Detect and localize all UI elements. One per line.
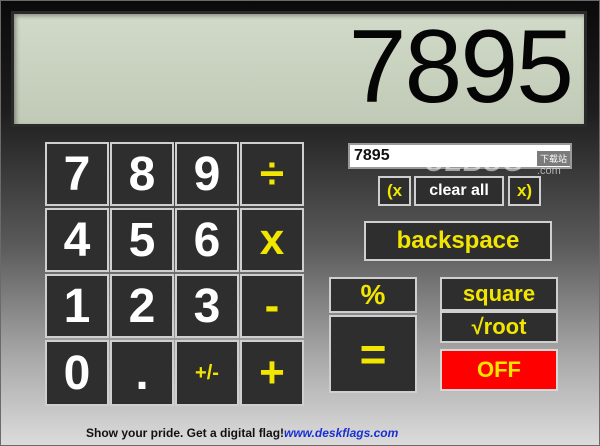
key-0[interactable]: 0	[45, 340, 109, 406]
plus-button[interactable]: +	[240, 340, 304, 406]
key-1[interactable]: 1	[45, 274, 109, 338]
open-paren-button[interactable]: (x	[378, 176, 411, 206]
key-4[interactable]: 4	[45, 208, 109, 272]
tape-value: 7895	[354, 147, 390, 164]
sign-toggle-button[interactable]: +/-	[175, 340, 239, 406]
root-button[interactable]: √root	[440, 311, 558, 343]
backspace-button[interactable]: backspace	[364, 221, 552, 261]
key-6[interactable]: 6	[175, 208, 239, 272]
deskflags-link[interactable]: www.deskflags.com	[284, 426, 398, 440]
equals-button[interactable]: =	[329, 315, 417, 393]
close-paren-button[interactable]: x)	[508, 176, 541, 206]
key-7[interactable]: 7	[45, 142, 109, 206]
percent-button[interactable]: %	[329, 277, 417, 313]
multiply-button[interactable]: x	[240, 208, 304, 272]
lcd-display: 7895	[11, 9, 587, 127]
off-button[interactable]: OFF	[440, 349, 558, 391]
decimal-button[interactable]: .	[110, 340, 174, 406]
minus-button[interactable]: -	[240, 274, 304, 338]
clear-all-button[interactable]: clear all	[414, 176, 504, 206]
key-2[interactable]: 2	[110, 274, 174, 338]
key-9[interactable]: 9	[175, 142, 239, 206]
key-8[interactable]: 8	[110, 142, 174, 206]
key-5[interactable]: 5	[110, 208, 174, 272]
display-value: 7895	[348, 9, 574, 125]
footer-tagline: Show your pride. Get a digital flag!	[86, 426, 285, 440]
tape-readout: 7895	[348, 143, 572, 169]
key-3[interactable]: 3	[175, 274, 239, 338]
divide-button[interactable]: ÷	[240, 142, 304, 206]
square-button[interactable]: square	[440, 277, 558, 311]
calculator-window: 7895 7 8 9 ÷ 4 5 6 x 1 2 3 - 0 . +/- + 7…	[0, 0, 600, 446]
